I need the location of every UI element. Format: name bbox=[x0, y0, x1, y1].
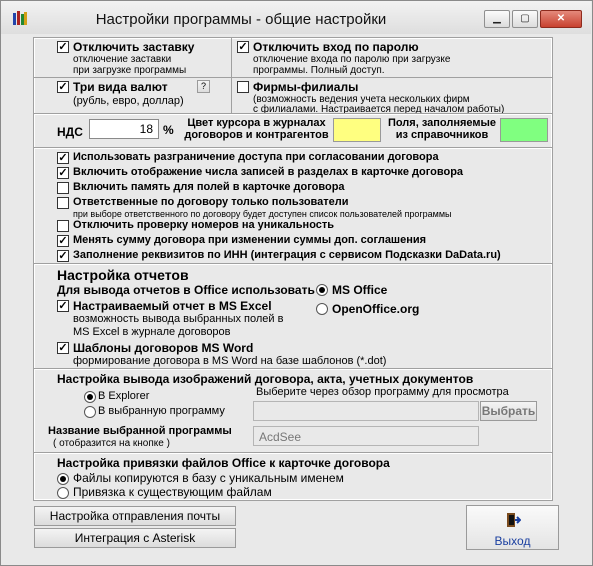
chosen-program-label: В выбранную программу bbox=[98, 405, 225, 417]
copy-files-label: Файлы копируются в базу с уникальным име… bbox=[73, 471, 344, 485]
program-name-hint: ( отобразится на кнопке ) bbox=[53, 438, 170, 449]
three-currencies-checkbox[interactable]: ✓ bbox=[57, 81, 69, 93]
link-files-label: Привязка к существующим файлам bbox=[73, 485, 272, 499]
option-label: Включить память для полей в карточке дог… bbox=[73, 181, 345, 193]
chosen-program-radio[interactable] bbox=[84, 406, 96, 418]
explorer-radio[interactable] bbox=[84, 391, 96, 403]
ms-office-label: MS Office bbox=[332, 283, 388, 297]
browse-hint: Выберите через обзор программу для просм… bbox=[256, 386, 509, 398]
disable-login-desc: отключение входа по паролю при загрузке bbox=[253, 54, 451, 65]
cursor-color-label: Цвет курсора в журналах договоров и контр… bbox=[179, 117, 334, 141]
openoffice-label: OpenOffice.org bbox=[332, 302, 420, 316]
divider bbox=[34, 77, 552, 78]
office-label: Для вывода отчетов в Office использовать bbox=[57, 283, 315, 297]
option-label: Включить отображение числа записей в раз… bbox=[73, 166, 464, 178]
copy-files-radio[interactable] bbox=[57, 473, 69, 485]
disable-splash-desc: при загрузке программы bbox=[73, 65, 187, 76]
cursor-color-label-line1: Цвет курсора в журналах bbox=[187, 117, 326, 129]
openoffice-radio[interactable] bbox=[316, 303, 328, 315]
program-name-input[interactable]: AcdSee bbox=[253, 426, 479, 446]
branches-label: Фирмы-филиалы bbox=[253, 80, 359, 94]
excel-report-label: Настраиваемый отчет в MS Excel bbox=[73, 299, 272, 313]
disable-splash-desc: отключение заставки bbox=[73, 54, 172, 65]
vat-label: НДС bbox=[57, 125, 83, 139]
filled-color-swatch[interactable] bbox=[500, 118, 548, 142]
minimize-button[interactable]: ▁ bbox=[484, 10, 510, 28]
explorer-label: В Explorer bbox=[98, 390, 150, 402]
disable-splash-label: Отключить заставку bbox=[73, 40, 195, 54]
excel-report-desc: MS Excel в журнале договоров bbox=[73, 326, 231, 338]
word-templates-label: Шаблоны договоров MS Word bbox=[73, 341, 254, 355]
files-heading: Настройка привязки файлов Office к карто… bbox=[57, 456, 390, 470]
divider bbox=[231, 38, 232, 114]
link-files-radio[interactable] bbox=[57, 487, 69, 499]
option-checkbox[interactable] bbox=[57, 182, 69, 194]
word-templates-checkbox[interactable]: ✓ bbox=[57, 342, 69, 354]
disable-login-desc: программы. Полный доступ. bbox=[253, 65, 385, 76]
option-checkbox[interactable] bbox=[57, 197, 69, 209]
help-button[interactable]: ? bbox=[197, 80, 210, 93]
filled-color-label: Поля, заполняемые из справочников bbox=[384, 117, 500, 141]
title-bar: Настройки программы - общие настройки ▁ … bbox=[1, 1, 591, 34]
option-label: Заполнение реквизитов по ИНН (интеграция… bbox=[73, 249, 501, 261]
exit-door-icon bbox=[505, 512, 522, 528]
option-label: Менять сумму договора при изменении сумм… bbox=[73, 234, 427, 246]
disable-splash-checkbox[interactable]: ✓ bbox=[57, 41, 69, 53]
filled-color-label-line2: из справочников bbox=[395, 129, 489, 141]
maximize-button[interactable]: ▢ bbox=[512, 10, 538, 28]
choose-button[interactable]: Выбрать bbox=[480, 401, 537, 421]
exit-button[interactable]: Выход bbox=[466, 505, 559, 550]
images-heading: Настройка вывода изображений договора, а… bbox=[57, 372, 474, 386]
excel-report-checkbox[interactable]: ✓ bbox=[57, 300, 69, 312]
option-desc: при выборе ответственного по договору бу… bbox=[73, 209, 452, 219]
disable-login-checkbox[interactable]: ✓ bbox=[237, 41, 249, 53]
three-currencies-desc: (рубль, евро, доллар) bbox=[73, 95, 184, 107]
cursor-color-label-line2: договоров и контрагентов bbox=[184, 129, 329, 141]
reports-heading: Настройка отчетов bbox=[57, 267, 189, 283]
exit-label: Выход bbox=[494, 534, 531, 548]
vat-input[interactable]: 18 bbox=[89, 119, 159, 139]
vat-unit: % bbox=[163, 123, 174, 137]
mail-settings-button[interactable]: Настройка отправления почты bbox=[34, 506, 236, 526]
window-title: Настройки программы - общие настройки bbox=[95, 11, 387, 28]
option-checkbox[interactable]: ✓ bbox=[57, 235, 69, 247]
option-label: Ответственные по договору только пользов… bbox=[73, 196, 349, 208]
ms-office-radio[interactable] bbox=[316, 284, 328, 296]
three-currencies-label: Три вида валют bbox=[73, 80, 168, 94]
option-checkbox[interactable] bbox=[57, 220, 69, 232]
cursor-color-swatch[interactable] bbox=[333, 118, 381, 142]
disable-login-label: Отключить вход по паролю bbox=[253, 40, 419, 54]
excel-report-desc: возможность вывода выбранных полей в bbox=[73, 313, 284, 325]
close-button[interactable]: ✕ bbox=[540, 10, 582, 28]
option-label: Отключить проверку номеров на уникальнос… bbox=[73, 219, 335, 231]
filled-color-label-line1: Поля, заполняемые bbox=[387, 117, 497, 129]
option-checkbox[interactable]: ✓ bbox=[57, 167, 69, 179]
option-checkbox[interactable]: ✓ bbox=[57, 152, 69, 164]
program-name-label: Название выбранной программы bbox=[48, 425, 232, 437]
branches-checkbox[interactable] bbox=[237, 81, 249, 93]
option-label: Использовать разграничение доступа при с… bbox=[73, 151, 439, 163]
word-templates-desc: формирование договора в MS Word на базе … bbox=[73, 355, 387, 367]
asterisk-integration-button[interactable]: Интеграция с Asterisk bbox=[34, 528, 236, 548]
option-checkbox[interactable]: ✓ bbox=[57, 250, 69, 262]
program-path-input[interactable] bbox=[253, 401, 479, 421]
